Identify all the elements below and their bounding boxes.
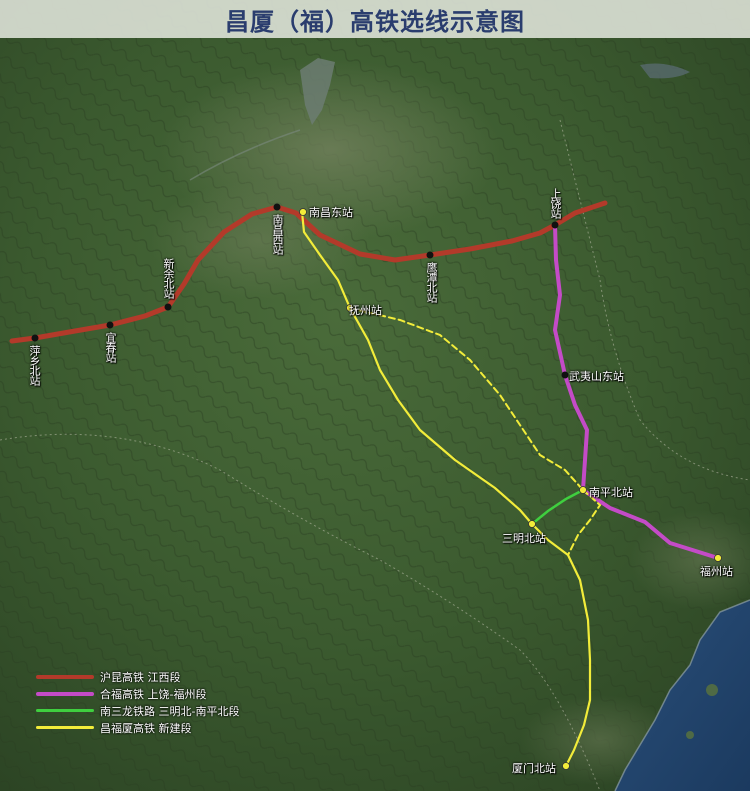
station-dot-nanping-north [579,486,587,494]
legend-swatch-hefu [36,691,94,696]
station-label-shangrao: 上饶站 [549,188,562,218]
station-label-xinyu-north: 新余北站 [162,258,175,298]
station-dot-shangrao [551,221,559,229]
station-label-nanping-north: 南平北站 [589,486,633,499]
legend: 沪昆高铁 江西段 合福高铁 上饶-福州段 南三龙铁路 三明北-南平北段 昌福厦高… [36,668,239,736]
station-label-wuyishan-east: 武夷山东站 [569,370,624,383]
station-dot-sanming-north [528,520,536,528]
legend-label: 沪昆高铁 江西段 [100,670,181,684]
station-label-fuzhou: 福州站 [700,565,733,578]
legend-swatch-hukun [36,674,94,679]
island [706,684,718,696]
station-dot-xinyu-north [164,303,172,311]
map-title: 昌厦（福）高铁选线示意图 [225,7,525,36]
station-dot-wuyishan-east [561,371,569,379]
station-label-yingtan-north: 鹰潭北站 [425,262,438,302]
title-bar: 昌厦（福）高铁选线示意图 [0,0,750,38]
station-label-fuzhou-jx: 抚州站 [349,304,382,317]
station-dot-pingxiang-north [31,334,39,342]
station-dot-nanchang-east [299,208,307,216]
legend-item: 昌福厦高铁 新建段 [36,719,239,736]
legend-label: 昌福厦高铁 新建段 [100,721,192,735]
station-label-nanchang-west: 南昌西站 [271,214,284,254]
legend-label: 合福高铁 上饶-福州段 [100,687,207,701]
station-label-yichun: 宜春站 [104,332,117,362]
station-dot-yichun [106,321,114,329]
map-canvas[interactable]: 昌厦（福）高铁选线示意图 萍乡北站 宜春站 新余北站 南昌西站 南昌东站 鹰潭北… [0,0,750,791]
legend-item: 沪昆高铁 江西段 [36,668,239,685]
station-dot-yingtan-north [426,251,434,259]
legend-label: 南三龙铁路 三明北-南平北段 [100,704,240,718]
legend-swatch-new-line [36,726,94,729]
station-label-pingxiang-north: 萍乡北站 [28,345,41,385]
station-dot-nanchang-west [273,203,281,211]
legend-item: 合福高铁 上饶-福州段 [36,685,239,702]
legend-swatch-nansan [36,709,94,712]
legend-item: 南三龙铁路 三明北-南平北段 [36,702,239,719]
station-label-sanming-north: 三明北站 [502,532,546,545]
station-label-nanchang-east: 南昌东站 [309,206,353,219]
station-dot-xiamen-north [562,762,570,770]
station-label-xiamen-north: 厦门北站 [512,762,556,775]
island [686,731,694,739]
station-dot-fuzhou [714,554,722,562]
